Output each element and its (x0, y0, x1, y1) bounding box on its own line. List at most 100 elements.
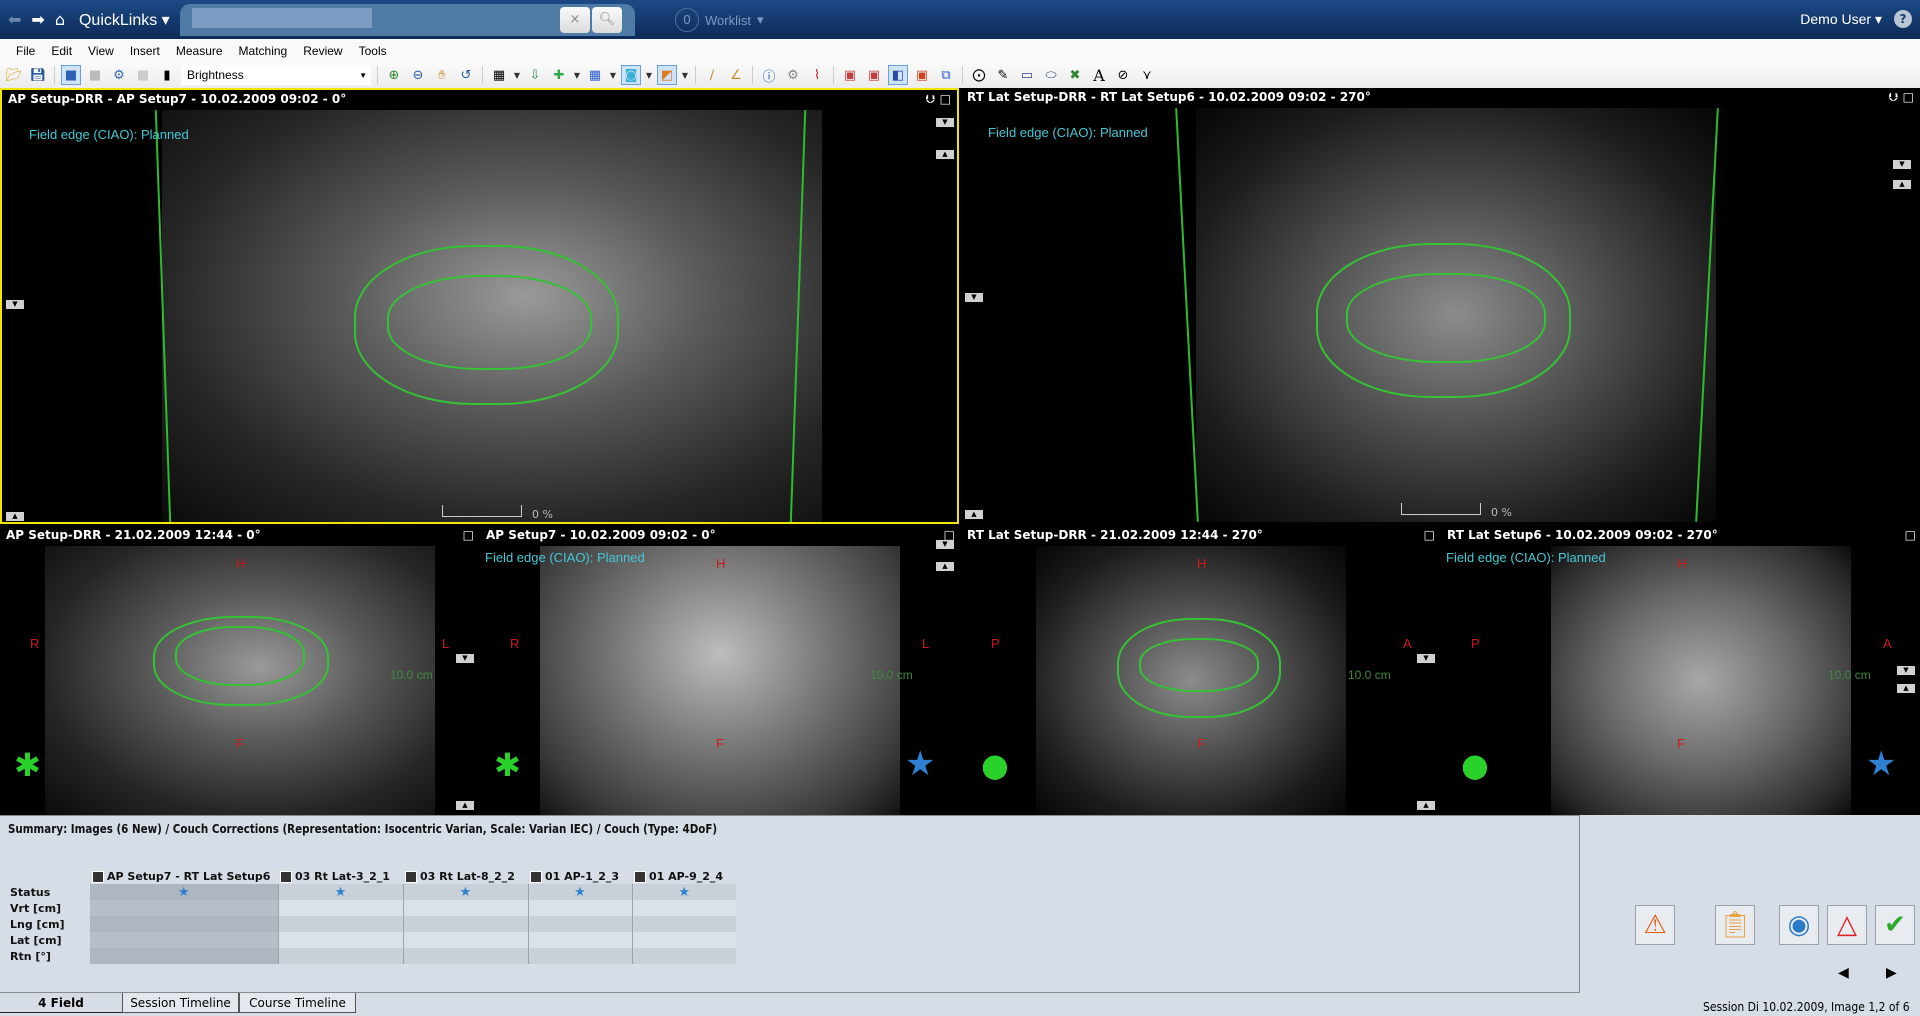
zoom-in-icon[interactable]: ⊕ (384, 65, 404, 85)
scroll-down-button[interactable]: ▼ (936, 118, 954, 127)
angle-measure-icon[interactable]: ∠ (726, 65, 746, 85)
scroll-up-button[interactable]: ▲ (936, 150, 954, 159)
import-icon[interactable]: ⇩ (525, 65, 545, 85)
column-header[interactable]: 01 AP-9_2_4 (632, 868, 736, 884)
split-view-icon[interactable]: ◧ (888, 65, 908, 85)
crosshair-icon[interactable]: ✚ (549, 65, 569, 85)
collapse-icon[interactable]: ⮋ (926, 92, 935, 107)
lasso-icon[interactable]: ⨀ (969, 65, 989, 85)
image-disabled-icon[interactable]: ■ (133, 65, 153, 85)
warning-button[interactable]: ⚠︎ (1635, 905, 1675, 945)
column-header[interactable]: AP Setup7 - RT Lat Setup6 (90, 868, 278, 884)
scroll-down-button[interactable]: ▼ (456, 654, 474, 663)
compare-settings-icon[interactable]: ▣ (864, 65, 884, 85)
pane-ap-overlay[interactable]: AP Setup-DRR - AP Setup7 - 10.02.2009 09… (0, 88, 959, 524)
blend-slider[interactable] (1401, 503, 1481, 515)
layout-icon[interactable]: ▦ (489, 65, 509, 85)
info-icon[interactable]: ⓘ (759, 65, 779, 85)
open-folder-icon[interactable]: 📂︎ (4, 65, 24, 85)
table-cell[interactable] (631, 932, 736, 948)
scroll-down-button[interactable]: ▼ (936, 540, 954, 549)
overlay-dropdown-icon[interactable]: ▼ (681, 65, 689, 85)
overlay-icon[interactable]: ⧉ (936, 65, 956, 85)
table-cell[interactable] (527, 948, 632, 964)
compare-images-icon[interactable]: ▣ (840, 65, 860, 85)
pane-lat-overlay[interactable]: RT Lat Setup-DRR - RT Lat Setup6 - 10.02… (961, 88, 1920, 524)
ruler-icon[interactable]: ∕ (702, 65, 722, 85)
scroll-down-button[interactable]: ▼ (1897, 666, 1915, 675)
back-arrow-icon[interactable]: ⬅ (8, 10, 21, 29)
scroll-up-button[interactable]: ▲ (1417, 801, 1435, 810)
grid-icon[interactable]: ▦ (585, 65, 605, 85)
table-cell[interactable] (277, 932, 403, 948)
image-mode-gray-icon[interactable]: ■ (85, 65, 105, 85)
menu-tools[interactable]: Tools (353, 44, 397, 58)
panel-arrow-button[interactable]: ▼ (965, 293, 983, 302)
panel-arrow-button[interactable]: ▼ (6, 300, 24, 309)
menu-insert[interactable]: Insert (124, 44, 170, 58)
next-image-button[interactable]: ▶ (1886, 965, 1897, 981)
column-header[interactable]: 01 AP-1_2_3 (528, 868, 632, 884)
column-header[interactable]: 03 Rt Lat-3_2_1 (278, 868, 403, 884)
maximize-icon[interactable]: □ (1424, 528, 1435, 542)
blend-slider[interactable] (442, 505, 522, 517)
table-cell[interactable] (277, 916, 403, 932)
table-cell[interactable] (90, 948, 278, 964)
table-cell[interactable] (402, 948, 528, 964)
reject-button[interactable]: △ (1827, 905, 1867, 945)
image-settings-icon[interactable]: ⚙ (109, 65, 129, 85)
menu-file[interactable]: File (10, 44, 45, 58)
marker-icon[interactable]: ✖ (1065, 65, 1085, 85)
table-cell[interactable] (90, 916, 278, 932)
table-cell[interactable] (277, 948, 403, 964)
xray-image[interactable] (540, 546, 900, 815)
polyline-icon[interactable]: ⋎ (1137, 65, 1157, 85)
crosshair-dropdown-icon[interactable]: ▼ (573, 65, 581, 85)
search-button[interactable]: 🔍︎ (592, 7, 622, 33)
menu-measure[interactable]: Measure (170, 44, 233, 58)
maximize-icon[interactable]: □ (463, 528, 474, 542)
menu-view[interactable]: View (82, 44, 124, 58)
ellipse-icon[interactable]: ⬭ (1041, 65, 1061, 85)
table-cell[interactable] (277, 900, 403, 916)
pane-ap-reference[interactable]: AP Setup-DRR - 21.02.2009 12:44 - 0° □ H… (0, 526, 478, 815)
table-cell[interactable] (631, 900, 736, 916)
rotate-icon[interactable]: ↺ (456, 65, 476, 85)
clear-search-button[interactable]: × (560, 7, 590, 33)
zoom-out-icon[interactable]: ⊖ (408, 65, 428, 85)
forward-arrow-icon[interactable]: ➡ (31, 10, 44, 29)
menu-matching[interactable]: Matching (233, 44, 298, 58)
pane-lat-setup[interactable]: RT Lat Setup6 - 10.02.2009 09:02 - 270° … (1441, 526, 1920, 815)
scroll-down-button[interactable]: ▼ (1893, 160, 1911, 169)
text-icon[interactable]: A (1089, 65, 1109, 85)
table-cell[interactable] (402, 900, 528, 916)
previous-image-button[interactable]: ◀ (1838, 965, 1849, 981)
maximize-icon[interactable]: □ (1905, 528, 1916, 542)
help-icon[interactable]: ? (1894, 10, 1912, 28)
view-button[interactable]: ◉ (1779, 905, 1819, 945)
table-cell[interactable] (402, 932, 528, 948)
menu-review[interactable]: Review (297, 44, 352, 58)
panel-arrow-button[interactable]: ▲ (6, 512, 24, 521)
scroll-up-button[interactable]: ▲ (1897, 684, 1915, 693)
menu-edit[interactable]: Edit (45, 44, 82, 58)
table-cell[interactable] (90, 900, 278, 916)
column-header[interactable]: 03 Rt Lat-8_2_2 (403, 868, 528, 884)
overlay-color-icon[interactable]: ◩ (657, 65, 677, 85)
tab-session-timeline[interactable]: Session Timeline (122, 993, 239, 1013)
clipboard-button[interactable]: 📋︎ (1715, 905, 1755, 945)
machine-icon[interactable]: ⚙ (783, 65, 803, 85)
scroll-up-button[interactable]: ▲ (456, 801, 474, 810)
tab-course-timeline[interactable]: Course Timeline (239, 993, 356, 1013)
contour-display-icon[interactable]: ◙ (621, 65, 641, 85)
chart-icon[interactable]: ⌇ (807, 65, 827, 85)
scroll-up-button[interactable]: ▲ (936, 562, 954, 571)
contour-dropdown-icon[interactable]: ▼ (645, 65, 653, 85)
table-cell[interactable] (631, 916, 736, 932)
pane-ap-setup[interactable]: AP Setup7 - 10.02.2009 09:02 - 0° □ Fiel… (480, 526, 959, 815)
table-cell[interactable] (402, 916, 528, 932)
pane-lat-reference[interactable]: RT Lat Setup-DRR - 21.02.2009 12:44 - 27… (961, 526, 1439, 815)
freehand-icon[interactable]: ✎ (993, 65, 1013, 85)
scroll-down-button[interactable]: ▼ (1417, 654, 1435, 663)
window-level-select[interactable]: Brightness ▼ (181, 65, 371, 85)
